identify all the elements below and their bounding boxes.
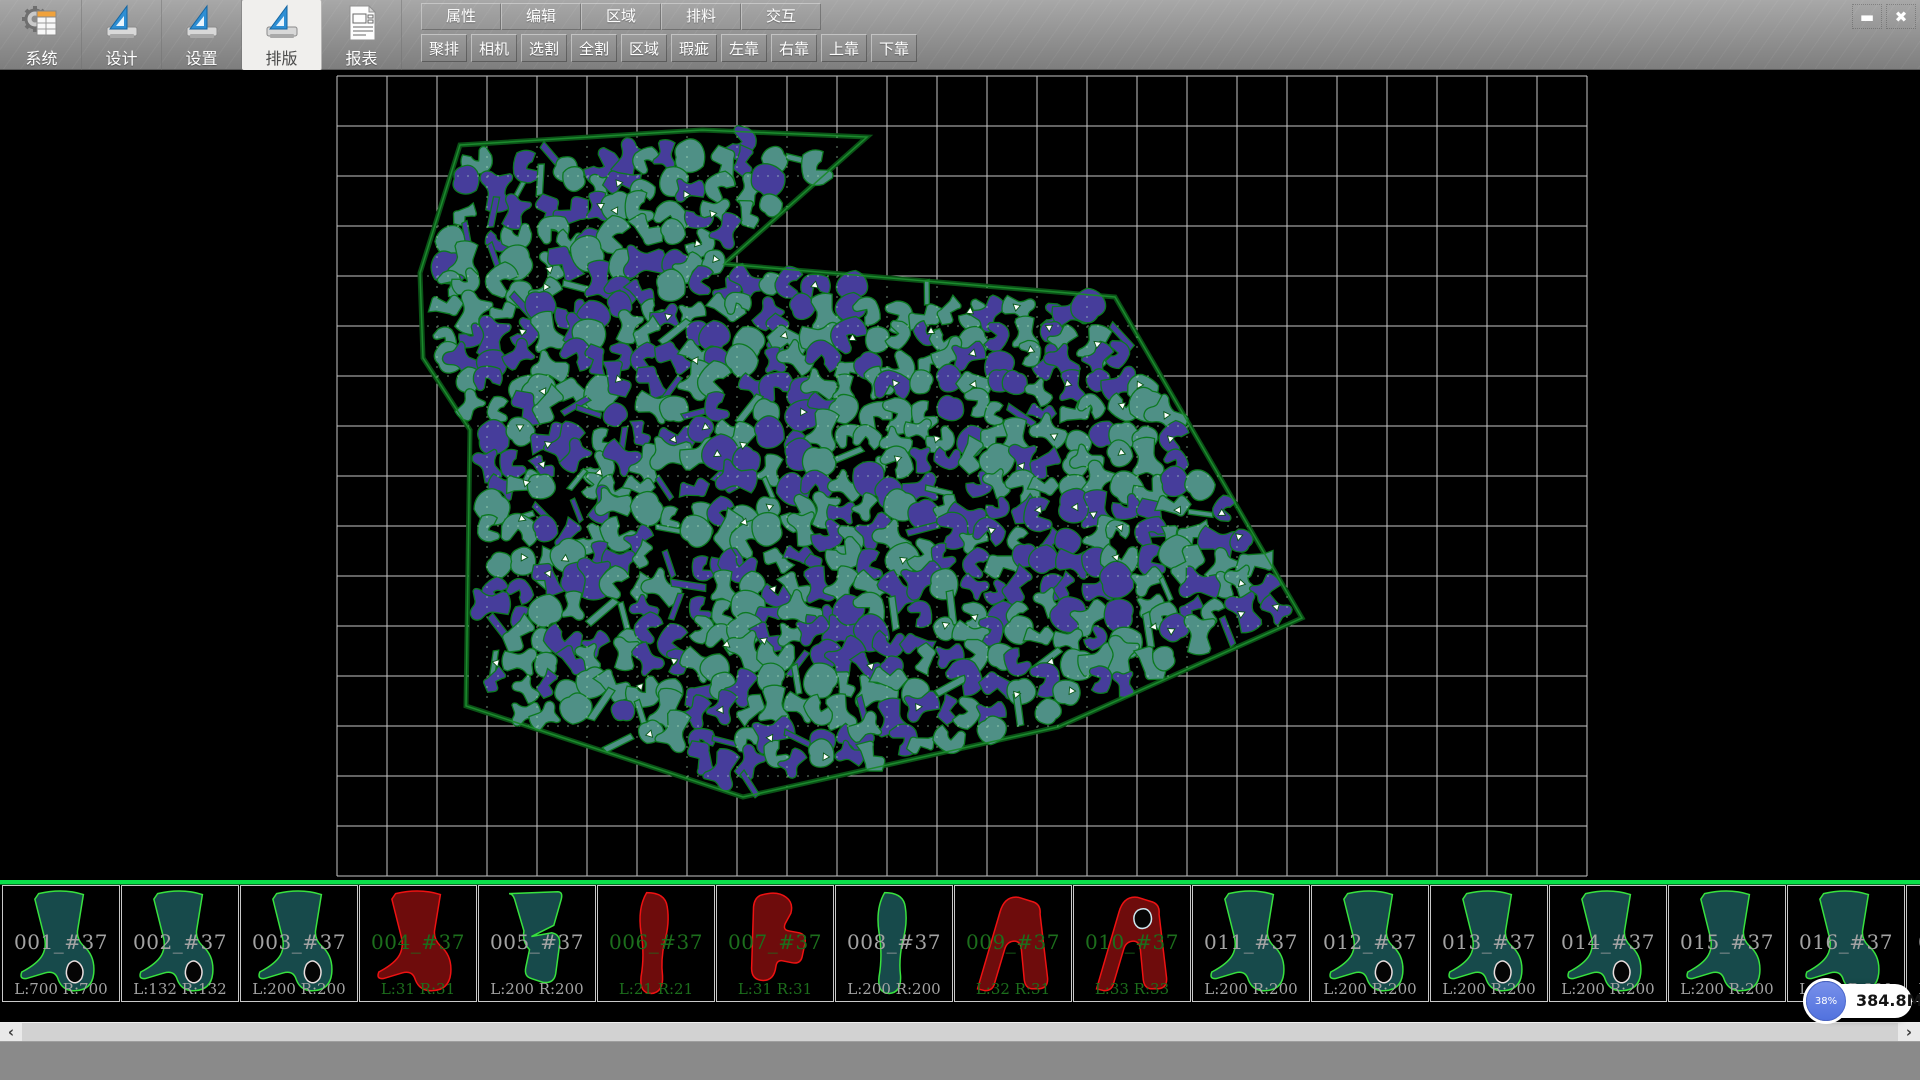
app-nav-button[interactable]: 排版 [242, 0, 322, 70]
piece-name: 004_#37 [360, 930, 476, 954]
close-button[interactable]: ✖ [1886, 4, 1916, 29]
menu-tab[interactable]: 属性 [421, 3, 501, 30]
progress-circle-icon: 38% [1806, 981, 1846, 1021]
piece-lr-label: L:200 R:200 [1431, 980, 1547, 998]
piece-lr-label: L:700 R:700 [3, 980, 119, 998]
piece-name: 009_#37 [955, 930, 1071, 954]
piece-name: 008_#37 [836, 930, 952, 954]
piece-name: 012_#37 [1312, 930, 1428, 954]
app-nav-icon [182, 3, 222, 43]
scroll-left-button[interactable]: ‹ [0, 1023, 22, 1042]
piece-thumbnail[interactable]: 012_#37 L:200 R:200 [1311, 885, 1429, 1002]
piece-name: 006_#37 [598, 930, 714, 954]
minimize-button[interactable]: ▬ [1852, 4, 1882, 29]
toolbar: 系统 设计 设置 排版 报表 [0, 0, 1920, 70]
tool-button[interactable]: 瑕疵 [671, 34, 717, 62]
piece-thumbnail[interactable]: 015_#37 L:200 R:200 [1668, 885, 1786, 1002]
piece-thumbnail[interactable]: 005_#37 L:200 R:200 [478, 885, 596, 1002]
app-nav-button[interactable]: 系统 [2, 0, 82, 70]
tool-button[interactable]: 聚排 [421, 34, 467, 62]
tool-button[interactable]: 全割 [571, 34, 617, 62]
app-nav-icon [22, 3, 62, 43]
piece-lr-label: L:31 R:31 [717, 980, 833, 998]
tool-button-bar: 聚排 相机 选割 全割 区域 瑕疵 左靠 右靠 上靠 下靠 [421, 34, 921, 62]
app-nav-label: 系统 [25, 45, 57, 69]
strip-lower-margin [0, 1002, 1920, 1022]
scroll-right-button[interactable]: › [1898, 1023, 1920, 1042]
strip-scrollbar[interactable]: ‹ › [0, 1022, 1920, 1041]
menu-tab-bar: 属性 编辑 区域 排料 交互 [421, 3, 821, 30]
piece-name: 013_#37 [1431, 930, 1547, 954]
piece-lr-label: L:200 R:200 [479, 980, 595, 998]
piece-lr-label: L:200 R:200 [1669, 980, 1785, 998]
piece-name: 003_#37 [241, 930, 357, 954]
app-nav-button[interactable]: 报表 [322, 0, 402, 70]
menu-tab[interactable]: 排料 [661, 3, 741, 30]
pieces-strip: 001_#37 L:700 R:700 002_#37 L:132 R:132 … [0, 885, 1920, 1002]
app-nav-label: 报表 [345, 45, 377, 69]
piece-lr-label: L:200 R:200 [836, 980, 952, 998]
menu-tab[interactable]: 区域 [581, 3, 661, 30]
piece-thumbnail[interactable]: 008_#37 L:200 R:200 [835, 885, 953, 1002]
menu-tab[interactable]: 交互 [741, 3, 821, 30]
piece-name: 010_#37 [1074, 930, 1190, 954]
app-nav-label: 设计 [105, 45, 137, 69]
piece-lr-label: L:200 R:200 [1312, 980, 1428, 998]
app-nav-button[interactable]: 设计 [82, 0, 162, 70]
progress-percent: 38% [1815, 996, 1837, 1007]
piece-thumbnail[interactable]: 002_#37 L:132 R:132 [121, 885, 239, 1002]
piece-lr-label: L:200 R:200 [1193, 980, 1309, 998]
piece-name: 002_#37 [122, 930, 238, 954]
piece-thumbnail[interactable]: 004_#37 L:31 R:31 [359, 885, 477, 1002]
window-controls: ▬ ✖ [1852, 4, 1916, 29]
piece-thumbnail[interactable]: 003_#37 L:200 R:200 [240, 885, 358, 1002]
tool-button[interactable]: 选割 [521, 34, 567, 62]
piece-name: 017_#37 [1907, 930, 1920, 954]
tool-button[interactable]: 区域 [621, 34, 667, 62]
app-nav-label: 设置 [185, 45, 217, 69]
tool-button[interactable]: 下靠 [871, 34, 917, 62]
scroll-track[interactable] [22, 1023, 1898, 1041]
piece-thumbnail[interactable]: 001_#37 L:700 R:700 [2, 885, 120, 1002]
piece-name: 015_#37 [1669, 930, 1785, 954]
piece-name: 016_#37 [1788, 930, 1904, 954]
memory-usage-badge[interactable]: 38% 384.8M [1812, 984, 1912, 1018]
piece-lr-label: L:21 R:21 [598, 980, 714, 998]
tool-button[interactable]: 左靠 [721, 34, 767, 62]
app-nav-label: 排版 [265, 45, 297, 69]
menu-tab[interactable]: 编辑 [501, 3, 581, 30]
piece-lr-label: L:33 R:33 [1074, 980, 1190, 998]
tool-button[interactable]: 相机 [471, 34, 517, 62]
app-nav: 系统 设计 设置 排版 报表 [2, 0, 402, 70]
piece-name: 014_#37 [1550, 930, 1666, 954]
app-nav-icon [102, 3, 142, 43]
piece-thumbnail[interactable]: 013_#37 L:200 R:200 [1430, 885, 1548, 1002]
application-window: 系统 设计 设置 排版 报表 [0, 0, 1920, 1080]
piece-thumbnail[interactable]: 011_#37 L:200 R:200 [1192, 885, 1310, 1002]
piece-thumbnail[interactable]: 010_#37 L:33 R:33 [1073, 885, 1191, 1002]
status-bar [0, 1041, 1920, 1080]
memory-value: 384.8M [1856, 984, 1920, 1018]
nesting-canvas-drawing [0, 70, 1920, 880]
piece-lr-label: L:31 R:31 [360, 980, 476, 998]
app-nav-icon [342, 3, 382, 43]
piece-lr-label: L:200 R:200 [241, 980, 357, 998]
piece-name: 011_#37 [1193, 930, 1309, 954]
app-nav-button[interactable]: 设置 [162, 0, 242, 70]
piece-thumbnail[interactable]: 014_#37 L:200 R:200 [1549, 885, 1667, 1002]
piece-thumbnail[interactable]: 006_#37 L:21 R:21 [597, 885, 715, 1002]
piece-thumbnail[interactable]: 007_#37 L:31 R:31 [716, 885, 834, 1002]
nesting-canvas[interactable] [0, 70, 1920, 880]
tool-button[interactable]: 右靠 [771, 34, 817, 62]
piece-thumbnail[interactable]: 009_#37 L:32 R:31 [954, 885, 1072, 1002]
app-nav-icon [262, 3, 302, 43]
piece-lr-label: L:32 R:31 [955, 980, 1071, 998]
piece-lr-label: L:200 R:200 [1550, 980, 1666, 998]
piece-name: 001_#37 [3, 930, 119, 954]
piece-lr-label: L:132 R:132 [122, 980, 238, 998]
piece-name: 007_#37 [717, 930, 833, 954]
tool-button[interactable]: 上靠 [821, 34, 867, 62]
piece-name: 005_#37 [479, 930, 595, 954]
